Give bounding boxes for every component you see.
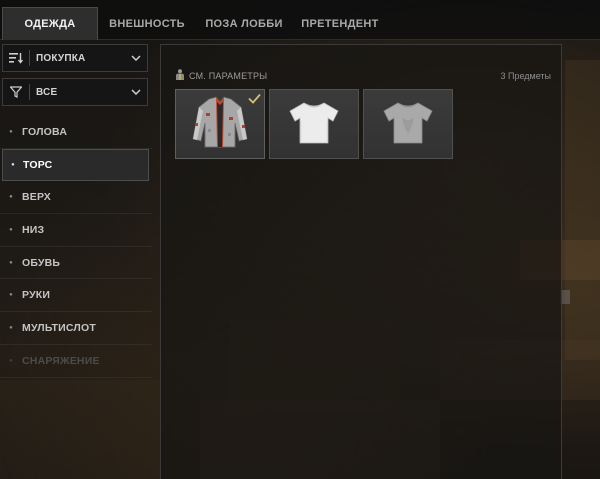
- sort-icon: [3, 52, 29, 64]
- tab-label: ОДЕЖДА: [24, 18, 76, 30]
- items-panel: СМ. ПАРАМЕТРЫ 3 Предметы: [160, 44, 562, 479]
- tab-clothing[interactable]: ОДЕЖДА: [2, 7, 98, 40]
- category-label: ВЕРХ: [22, 191, 51, 204]
- chevron-down-icon: [125, 55, 147, 61]
- panel-header: СМ. ПАРАМЕТРЫ 3 Предметы: [175, 69, 551, 83]
- tab-label: ВНЕШНОСТЬ: [109, 17, 185, 30]
- bullet-icon: ●: [9, 259, 13, 266]
- bullet-icon: ●: [9, 324, 13, 331]
- jacket-icon: [189, 93, 251, 156]
- filter-funnel-icon: [3, 86, 29, 98]
- filter-dropdown-label: ВСЕ: [36, 86, 58, 98]
- bullet-icon: ●: [11, 162, 15, 169]
- tshirt-icon: [288, 99, 340, 150]
- mannequin-icon: [175, 67, 185, 85]
- category-item-torso[interactable]: ● ТОРС: [2, 148, 149, 182]
- divider: [29, 84, 30, 100]
- category-item-hands[interactable]: ● РУКИ: [0, 279, 152, 313]
- tab-label: ПОЗА ЛОББИ: [205, 17, 283, 30]
- tab-contender[interactable]: ПРЕТЕНДЕНТ: [298, 7, 382, 40]
- item-count: 3 Предметы: [500, 71, 551, 81]
- item-card-grey-tshirt[interactable]: [363, 89, 453, 159]
- item-grid: [175, 89, 453, 159]
- category-label: НИЗ: [22, 223, 45, 236]
- item-card-jacket[interactable]: [175, 89, 265, 159]
- category-list: ● ГОЛОВА ● ТОРС ● ВЕРХ ● НИЗ ● ОБУВЬ ● Р…: [0, 116, 152, 378]
- category-label: ТОРС: [23, 159, 53, 172]
- divider: [29, 50, 30, 66]
- bullet-icon: ●: [9, 194, 13, 201]
- item-card-white-tshirt[interactable]: [269, 89, 359, 159]
- category-sidebar: ПОКУПКА ВСЕ ● ГОЛОВА ● ТОРС ● ВЕРХ ● НИЗ…: [0, 44, 152, 384]
- sort-dropdown-label: ПОКУПКА: [36, 52, 86, 64]
- bullet-icon: ●: [9, 226, 13, 233]
- tshirt-icon: [382, 99, 434, 150]
- category-item-bottom[interactable]: ● НИЗ: [0, 214, 152, 247]
- sort-dropdown[interactable]: ПОКУПКА: [2, 44, 148, 72]
- category-label: МУЛЬТИСЛОТ: [22, 321, 96, 334]
- category-item-shoes[interactable]: ● ОБУВЬ: [0, 247, 152, 280]
- top-tab-bar: ОДЕЖДА ВНЕШНОСТЬ ПОЗА ЛОББИ ПРЕТЕНДЕНТ: [0, 0, 600, 40]
- chevron-down-icon: [125, 89, 147, 95]
- category-label: РУКИ: [22, 289, 51, 302]
- tab-label: ПРЕТЕНДЕНТ: [301, 17, 379, 30]
- category-item-top[interactable]: ● ВЕРХ: [0, 181, 152, 215]
- bullet-icon: ●: [9, 357, 13, 364]
- tab-lobby-pose[interactable]: ПОЗА ЛОББИ: [202, 7, 286, 40]
- category-item-multislot[interactable]: ● МУЛЬТИСЛОТ: [0, 312, 152, 345]
- bullet-icon: ●: [9, 128, 13, 135]
- category-label: ГОЛОВА: [22, 125, 68, 138]
- equipped-check-icon: [248, 93, 261, 104]
- view-parameters-label: СМ. ПАРАМЕТРЫ: [189, 71, 268, 81]
- view-parameters-button[interactable]: СМ. ПАРАМЕТРЫ: [175, 67, 267, 85]
- tab-appearance[interactable]: ВНЕШНОСТЬ: [104, 7, 190, 40]
- category-item-gear: ● СНАРЯЖЕНИЕ: [0, 345, 152, 378]
- category-label: СНАРЯЖЕНИЕ: [22, 354, 100, 367]
- category-label: ОБУВЬ: [22, 256, 61, 269]
- category-item-head[interactable]: ● ГОЛОВА: [0, 116, 152, 149]
- filter-dropdown[interactable]: ВСЕ: [2, 78, 148, 106]
- bullet-icon: ●: [9, 292, 13, 299]
